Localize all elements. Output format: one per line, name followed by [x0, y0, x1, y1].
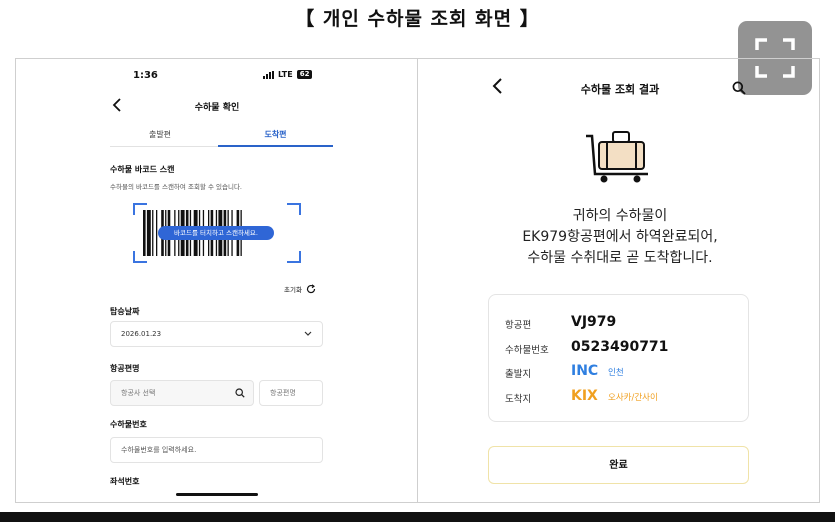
signal-icon — [263, 70, 274, 79]
bag-number-label: 수하물번호 — [110, 420, 147, 429]
chevron-down-icon — [304, 331, 312, 336]
origin-code: INC — [571, 363, 599, 379]
airline-select[interactable]: 항공사 선택 — [110, 380, 254, 406]
flight-row-value: VJ979 — [571, 314, 617, 330]
refresh-icon — [306, 284, 316, 294]
flight-placeholder: 항공편명 — [270, 389, 296, 397]
airline-placeholder: 항공사 선택 — [121, 389, 156, 397]
luggage-cart-icon — [586, 131, 648, 183]
date-value: 2026.01.23 — [121, 330, 162, 338]
destination-row-label: 도착지 — [505, 394, 532, 405]
reset-label: 초기화 — [284, 286, 302, 294]
scan-button[interactable]: 바코드를 터치하고 스캔하세요. — [158, 226, 274, 240]
barcode-stripe — [143, 210, 146, 256]
date-label: 탑승날짜 — [110, 307, 140, 316]
destination-code: KIX — [571, 388, 598, 404]
scan-help-text: 수하물의 바코드를 스캔하여 조회할 수 있습니다. — [110, 183, 242, 191]
done-button[interactable]: 완료 — [488, 446, 749, 484]
panel-divider — [417, 58, 418, 503]
origin-row-label: 출발지 — [505, 369, 532, 380]
screen-title: 수하물 확인 — [194, 103, 240, 113]
destination-city: 오사카/간사이 — [608, 393, 658, 403]
flight-number-input[interactable]: 항공편명 — [259, 380, 323, 406]
date-select[interactable]: 2026.01.23 — [110, 321, 323, 347]
back-button[interactable] — [112, 98, 122, 115]
flight-row-label: 항공편 — [505, 320, 532, 331]
status-bar: LTE 62 — [263, 70, 313, 79]
reset-button[interactable]: 초기화 — [284, 284, 316, 294]
search-icon — [235, 388, 245, 398]
barcode-stripe — [152, 210, 154, 256]
result-message-line2: EK979항공편에서 하역완료되어, — [522, 229, 718, 245]
bag-row-label: 수하물번호 — [505, 345, 549, 356]
barcode-stripe — [146, 210, 151, 256]
bag-number-input[interactable]: 수하물번호를 입력하세요. — [110, 437, 323, 463]
home-indicator — [176, 493, 258, 496]
search-icon — [732, 81, 746, 95]
origin-city: 인천 — [608, 368, 624, 378]
seat-number-label: 좌석번호 — [110, 477, 140, 486]
bag-placeholder: 수하물번호를 입력하세요. — [121, 446, 197, 454]
result-back-button[interactable] — [492, 78, 503, 98]
result-message-line1: 귀하의 수하물이 — [572, 208, 668, 224]
scan-title: 수하물 바코드 스캔 — [110, 165, 175, 174]
bag-row-value: 0523490771 — [571, 339, 669, 355]
result-title: 수하물 조회 결과 — [580, 83, 660, 96]
tab-departure[interactable]: 출발편 — [110, 129, 210, 147]
chevron-left-icon — [492, 78, 502, 94]
chevron-left-icon — [112, 98, 121, 112]
result-message-line3: 수하물 수취대로 곧 도착합니다. — [527, 250, 713, 266]
search-button[interactable] — [732, 80, 746, 99]
flight-label: 항공편명 — [110, 364, 140, 373]
page-title: 【 개인 수하물 조회 화면 】 — [295, 8, 540, 30]
tab-active-indicator — [218, 145, 333, 147]
status-time: 1:36 — [133, 70, 158, 81]
battery-icon: 62 — [296, 70, 313, 79]
network-label: LTE — [278, 70, 293, 79]
bottom-bar — [0, 512, 835, 522]
